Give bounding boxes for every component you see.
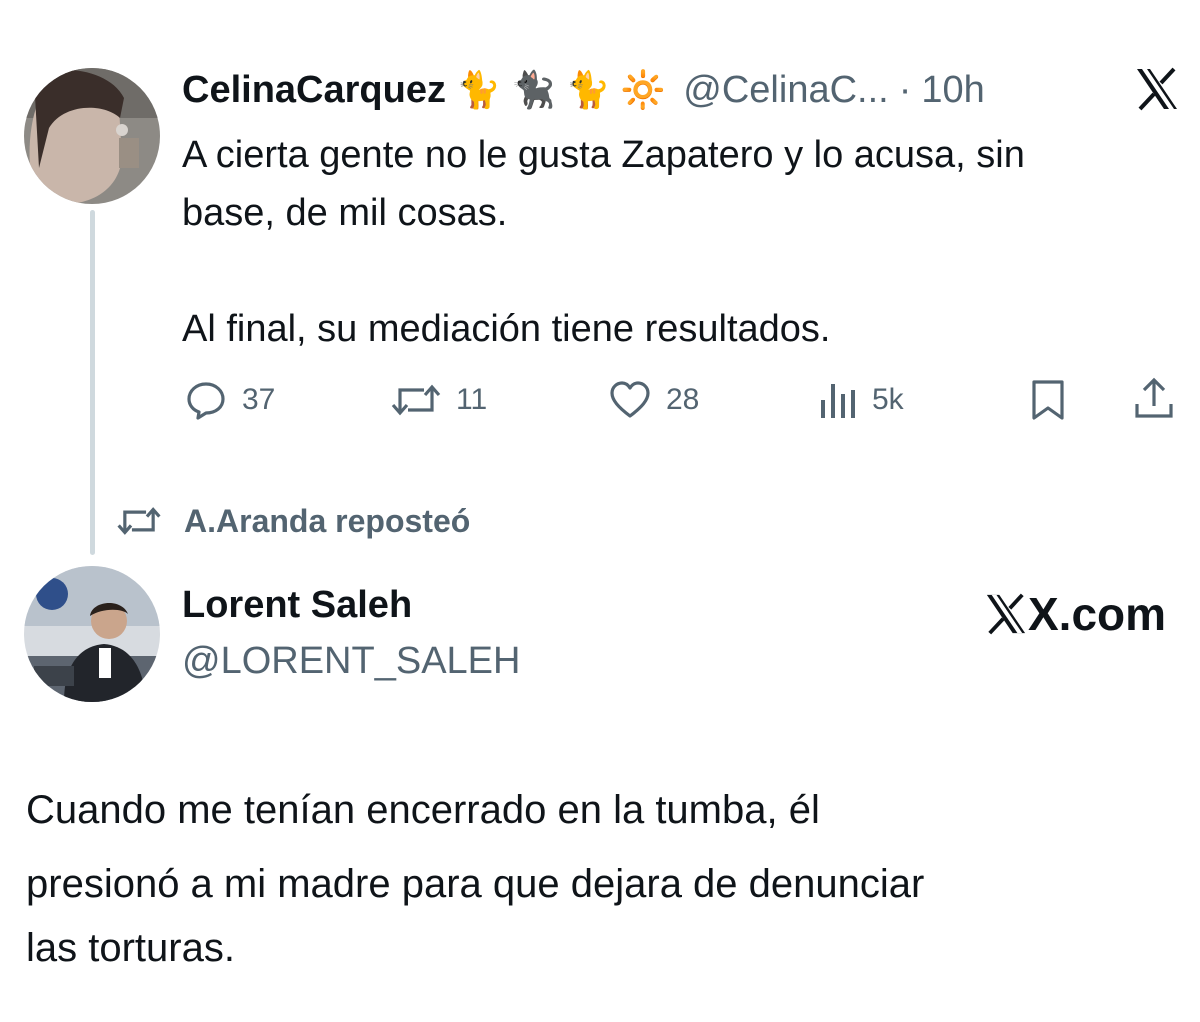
repost-icon	[391, 384, 441, 416]
tweet1-text-line3: Al final, su mediación tiene resultados.	[182, 308, 831, 350]
tweet1-handle[interactable]: @CelinaC...	[683, 69, 888, 112]
tweet1-text-line2: base, de mil cosas.	[182, 192, 508, 234]
reply-icon	[187, 382, 225, 420]
like-icon	[610, 381, 650, 418]
reply-count: 37	[242, 383, 276, 416]
cat-emoji-icon: 🐈	[565, 69, 611, 110]
like-count: 28	[666, 383, 700, 416]
x-logo-icon[interactable]	[1134, 66, 1180, 112]
tweet2-text-line1: Cuando me tenían encerrado en la tumba, …	[26, 788, 820, 832]
repost-count: 11	[456, 383, 488, 416]
tweet1-header: CelinaCarquez 🐈 🐈‍⬛ 🐈 🔆 @CelinaC... · 10…	[182, 62, 1182, 118]
reply-button[interactable]: 37	[184, 378, 275, 422]
brand-label[interactable]: X.com	[984, 586, 1166, 642]
views-count: 5k	[872, 383, 904, 416]
sun-emoji-icon: 🔆	[620, 69, 666, 110]
repost-notice-text: A.Aranda reposteó	[184, 502, 471, 539]
thread-line	[90, 210, 95, 555]
avatar-celina[interactable]	[24, 68, 160, 204]
views-button[interactable]: 5k	[818, 378, 904, 422]
tweet2-display-name[interactable]: Lorent Saleh	[182, 584, 412, 627]
repost-icon	[117, 507, 161, 535]
tweet1-time[interactable]: 10h	[921, 69, 984, 112]
tweet1-text-line1: A cierta gente no le gusta Zapatero y lo…	[182, 134, 1025, 176]
repost-button[interactable]: 11	[390, 378, 487, 422]
repost-notice[interactable]: A.Aranda reposteó	[116, 498, 470, 544]
tweet2-text-line2: presionó a mi madre para que dejara de d…	[26, 862, 925, 906]
cat-emoji-icon: 🐈	[455, 69, 501, 110]
bookmark-icon[interactable]	[1028, 378, 1068, 422]
share-icon[interactable]	[1132, 376, 1176, 422]
tweet1-separator: ·	[898, 68, 912, 111]
tweet2-text-line3: las torturas.	[26, 926, 235, 970]
views-icon	[821, 384, 855, 418]
like-button[interactable]: 28	[608, 378, 699, 422]
tweet1-display-name[interactable]: CelinaCarquez	[182, 69, 446, 112]
avatar-lorent[interactable]	[24, 566, 160, 702]
tweet2-handle[interactable]: @LORENT_SALEH	[182, 640, 520, 683]
black-cat-emoji-icon: 🐈‍⬛	[510, 69, 556, 110]
brand-text: X.com	[1028, 588, 1167, 640]
